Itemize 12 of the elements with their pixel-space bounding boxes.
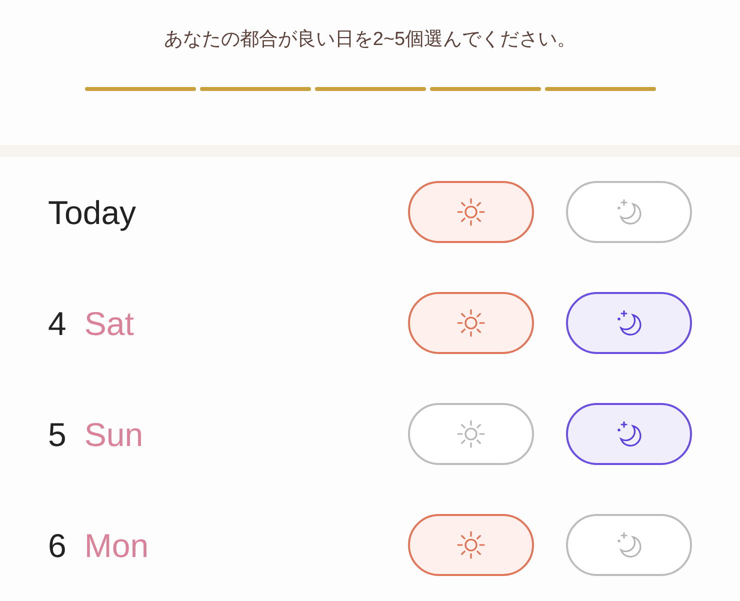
- sun-icon: [456, 418, 486, 448]
- day-number: 5: [48, 414, 66, 455]
- weekday-label: Sat: [84, 304, 134, 344]
- weekday-label: Mon: [84, 526, 149, 566]
- day-label: Today: [48, 192, 136, 233]
- sun-icon: [456, 196, 486, 226]
- day-number: 6: [48, 526, 66, 566]
- weekday-label: Sun: [84, 414, 144, 455]
- instruction-text: あなたの都合が良い日を2~5個選んでください。: [164, 28, 576, 52]
- sun-icon: [456, 530, 486, 560]
- sun-icon: [456, 308, 486, 338]
- day-number: 4: [48, 304, 66, 344]
